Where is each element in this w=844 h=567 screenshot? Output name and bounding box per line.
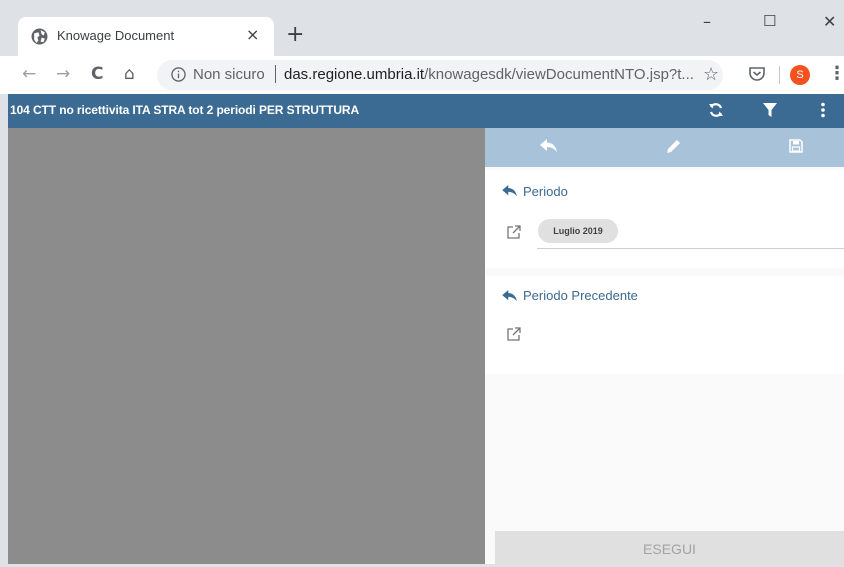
browser-tabstrip: Knowage Document × + – ☐ ✕ — [0, 0, 844, 56]
browser-toolbar: ← → C ⌂ Non sicuro das.regione.umbria.it… — [0, 56, 844, 94]
parameters-panel: Periodo Luglio 2019 Periodo Precedente E… — [485, 128, 844, 564]
back-icon[interactable]: ← — [22, 65, 36, 83]
parameter-label: Periodo — [523, 184, 568, 199]
parameter-periodo-precedente: Periodo Precedente — [485, 276, 844, 374]
open-in-new-icon[interactable] — [507, 225, 521, 239]
document-header: 104 CTT no ricettivita ITA STRA tot 2 pe… — [8, 94, 844, 128]
close-window-icon[interactable]: ✕ — [823, 12, 836, 31]
reply-icon — [502, 290, 517, 302]
new-tab-button[interactable]: + — [286, 24, 304, 46]
reload-icon[interactable]: C — [91, 65, 103, 83]
reply-icon — [502, 185, 517, 197]
pencil-icon[interactable] — [667, 139, 681, 153]
profile-avatar[interactable]: S — [790, 65, 810, 85]
forward-icon[interactable]: → — [56, 65, 70, 83]
security-label: Non sicuro — [193, 66, 265, 83]
address-bar[interactable]: Non sicuro das.regione.umbria.it/knowage… — [157, 60, 723, 90]
document-title: 104 CTT no ricettivita ITA STRA tot 2 pe… — [10, 103, 360, 117]
filter-icon[interactable] — [763, 102, 777, 118]
info-icon[interactable] — [171, 67, 186, 82]
refresh-icon[interactable] — [708, 102, 724, 118]
browser-menu-icon[interactable]: ⋮ — [828, 63, 844, 84]
url-host: das.regione.umbria.it — [284, 66, 425, 83]
reply-icon[interactable] — [540, 139, 558, 153]
minimize-icon[interactable]: – — [703, 12, 711, 31]
tab-title: Knowage Document — [57, 28, 175, 43]
document-viewer — [8, 128, 485, 564]
open-in-new-icon[interactable] — [507, 327, 521, 341]
pocket-icon[interactable] — [748, 65, 766, 83]
url-text[interactable]: das.regione.umbria.it/knowagesdk/viewDoc… — [284, 66, 694, 83]
parameter-input-underline — [537, 248, 844, 249]
maximize-icon[interactable]: ☐ — [763, 12, 776, 30]
save-icon[interactable] — [789, 139, 803, 153]
omnibox-divider — [275, 65, 276, 83]
more-vert-icon[interactable] — [820, 102, 826, 118]
bookmark-star-icon[interactable]: ☆ — [703, 64, 719, 85]
browser-tab[interactable]: Knowage Document × — [18, 17, 274, 56]
url-path: /knowagesdk/viewDocumentNTO.jsp?t... — [424, 66, 694, 83]
parameter-periodo: Periodo — [485, 170, 844, 268]
extension-divider — [779, 66, 780, 84]
panel-toolbar — [485, 128, 844, 167]
parameter-label: Periodo Precedente — [523, 288, 638, 303]
tab-close-icon[interactable]: × — [246, 26, 259, 44]
execute-button[interactable]: ESEGUI — [495, 531, 844, 564]
parameter-value-chip[interactable]: Luglio 2019 — [538, 219, 618, 243]
home-icon[interactable]: ⌂ — [124, 65, 135, 83]
globe-icon — [31, 28, 48, 45]
